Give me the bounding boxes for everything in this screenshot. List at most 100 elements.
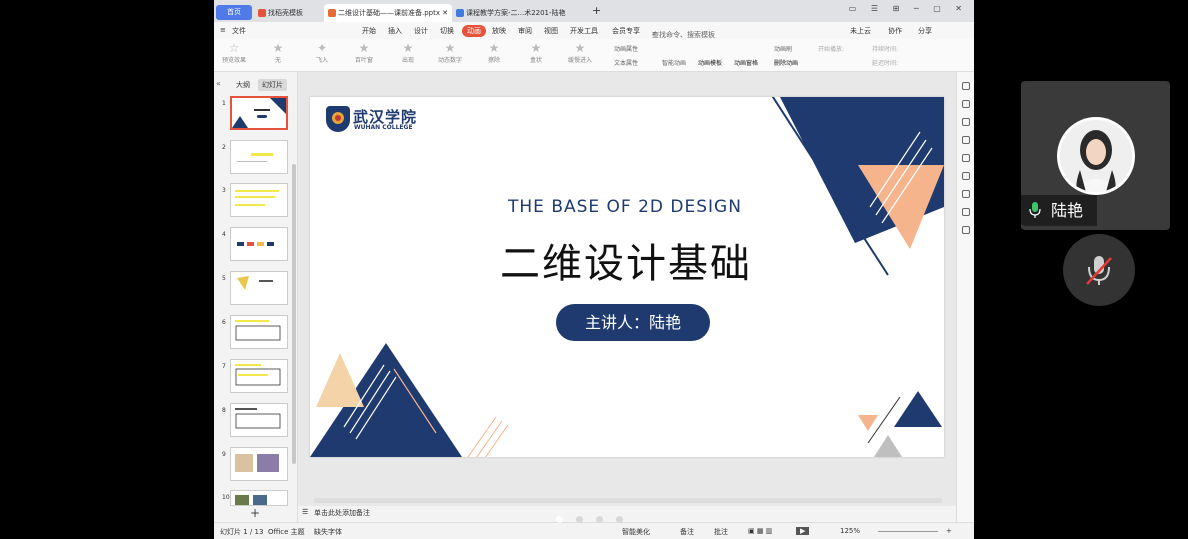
menu-slideshow[interactable]: 放映 <box>492 26 506 36</box>
slide-thumbnail-9[interactable] <box>230 447 288 481</box>
hamburger-icon[interactable]: ≡ <box>220 26 226 34</box>
cube-icon[interactable] <box>961 208 970 216</box>
slide-thumbnail-art <box>235 364 281 386</box>
smart-beautify-button[interactable]: 智能美化 <box>622 527 650 537</box>
zoom-slider[interactable] <box>878 531 938 532</box>
panel-scrollbar[interactable] <box>292 164 296 464</box>
animation-brush-button[interactable]: 动画刷 <box>774 44 792 53</box>
participant-video-tile[interactable]: 陆艳 <box>1021 81 1170 230</box>
settings-icon[interactable] <box>961 100 970 108</box>
menu-view[interactable]: 视图 <box>544 26 558 36</box>
panel-tabs: 大纲 幻灯片 <box>232 79 291 91</box>
location-icon[interactable] <box>961 172 970 180</box>
slide-thumbnail-6[interactable] <box>230 315 288 349</box>
slide-1[interactable]: 武汉学院 WUHAN COLLEGE THE BASE OF 2D DESIGN… <box>310 97 944 457</box>
tab-doc-label: 课程教学方案-二...术2201-陆艳 <box>466 9 566 17</box>
tab-template[interactable]: 找稻壳模板 <box>258 4 322 22</box>
zoom-in-icon[interactable]: + <box>946 527 952 535</box>
slide-thumbnail-3[interactable] <box>230 183 288 217</box>
smart-animation-button[interactable]: 智能动画 <box>662 58 686 67</box>
effect-box-label: 盒状 <box>529 57 542 64</box>
style-icon[interactable] <box>961 82 970 90</box>
page-dot[interactable] <box>596 516 603 523</box>
page-dot[interactable] <box>616 516 623 523</box>
star-icon: ☆ <box>228 41 240 55</box>
collab-button[interactable]: 协作 <box>888 26 902 36</box>
help-icon[interactable] <box>961 226 970 234</box>
effect-none-label: 无 <box>274 57 281 64</box>
slide-thumbnail-panel: « 大纲 幻灯片 1 2 3 4 5 6 7 8 9 10 + <box>214 72 298 522</box>
tab-template-label: 找稻壳模板 <box>268 9 303 17</box>
tab-home[interactable]: 首页 <box>216 5 252 20</box>
horizontal-scrollbar[interactable] <box>314 498 942 503</box>
slide-number: 3 <box>222 187 226 194</box>
effect-blinds[interactable]: ★ 百叶窗 <box>346 41 382 64</box>
menu-transition[interactable]: 切换 <box>440 26 454 36</box>
effect-dynamic-number[interactable]: ★ 动态数字 <box>432 41 468 64</box>
tab-doc-plan[interactable]: 课程教学方案-二...术2201-陆艳 <box>456 4 576 22</box>
effect-fly-in[interactable]: ✦ 飞入 <box>304 41 340 64</box>
start-play-label: 开始播放: <box>818 46 845 53</box>
slide-thumbnail-7[interactable] <box>230 359 288 393</box>
notes-icon: ☰ <box>302 508 309 516</box>
slide-thumbnail-2[interactable] <box>230 140 288 174</box>
effect-none[interactable]: ★ 无 <box>260 41 296 64</box>
menu-design[interactable]: 设计 <box>414 26 428 36</box>
transition-icon[interactable] <box>961 136 970 144</box>
close-tab-icon[interactable]: ✕ <box>442 4 448 22</box>
preview-effect-button[interactable]: ☆ 预览效果 <box>216 41 252 64</box>
effect-blinds-label: 百叶窗 <box>354 57 373 64</box>
collapse-panel-icon[interactable]: « <box>216 79 221 88</box>
effect-slow-in[interactable]: ★ 缓慢进入 <box>562 41 598 64</box>
slideshow-icon[interactable] <box>961 154 970 162</box>
effect-wipe[interactable]: ★ 擦除 <box>476 41 512 64</box>
effect-appear[interactable]: ★ 出现 <box>390 41 426 64</box>
slide-thumbnail-10[interactable] <box>230 490 288 506</box>
menu-animation[interactable]: 动画 <box>462 25 486 37</box>
menu-review[interactable]: 审阅 <box>518 26 532 36</box>
normal-view-icon[interactable]: ▣ ▦ ▥ <box>748 527 772 535</box>
slide-thumbnail-art <box>235 320 281 341</box>
comments-toggle-button[interactable]: 批注 <box>714 527 728 537</box>
animation-attr-button[interactable]: 动画属性 <box>614 44 638 53</box>
page-dot[interactable] <box>556 516 563 523</box>
menu-member[interactable]: 会员专享 <box>612 26 640 36</box>
slide-number: 10 <box>222 494 230 501</box>
page-dot[interactable] <box>576 516 583 523</box>
add-slide-button[interactable]: + <box>250 506 260 520</box>
slide-thumbnail-art <box>235 408 281 429</box>
tab-slides[interactable]: 幻灯片 <box>258 79 287 91</box>
slide-thumbnail-5[interactable] <box>230 271 288 305</box>
slide-thumbnail-1[interactable] <box>230 96 288 130</box>
delay-label: 延迟时间: <box>872 60 899 67</box>
cloud-status[interactable]: 未上云 <box>850 26 871 36</box>
play-slideshow-icon[interactable]: ▶ <box>796 527 810 535</box>
effect-box[interactable]: ★ 盒状 <box>518 41 554 64</box>
text-attr-button[interactable]: 文本属性 <box>614 58 638 67</box>
tab-outline[interactable]: 大纲 <box>232 79 254 91</box>
menu-insert[interactable]: 插入 <box>388 26 402 36</box>
menu-file[interactable]: 文件 <box>232 26 246 36</box>
animation-pane-button[interactable]: 动画窗格 <box>734 58 758 67</box>
mute-microphone-button[interactable] <box>1063 234 1135 306</box>
book-icon[interactable] <box>961 190 970 198</box>
menu-start[interactable]: 开始 <box>362 26 376 36</box>
missing-font-button[interactable]: 缺失字体 <box>314 527 342 537</box>
animation-icon[interactable] <box>961 118 970 126</box>
menu-developer[interactable]: 开发工具 <box>570 26 598 36</box>
window-controls[interactable]: ▭ ☰ ⊞ ─ ▢ ✕ <box>849 4 968 13</box>
slide-thumbnail-art <box>235 454 279 472</box>
slide-thumbnail-4[interactable] <box>230 227 288 261</box>
theme-name[interactable]: Office 主题 <box>268 527 305 537</box>
docer-icon <box>258 9 266 17</box>
avatar <box>1057 117 1135 195</box>
slide-thumbnail-8[interactable] <box>230 403 288 437</box>
share-button[interactable]: 分享 <box>918 26 932 36</box>
notes-toggle-button[interactable]: 备注 <box>680 527 694 537</box>
tab-pptx-document[interactable]: 二维设计基础——课前准备.pptx ✕ <box>324 4 452 22</box>
zoom-level[interactable]: 125% <box>840 527 860 535</box>
animation-template-button[interactable]: 动画模板 <box>698 58 722 67</box>
effect-appear-label: 出现 <box>401 57 414 64</box>
delete-animation-button[interactable]: 删除动画 <box>774 58 798 67</box>
new-tab-plus-icon[interactable]: + <box>592 2 601 20</box>
